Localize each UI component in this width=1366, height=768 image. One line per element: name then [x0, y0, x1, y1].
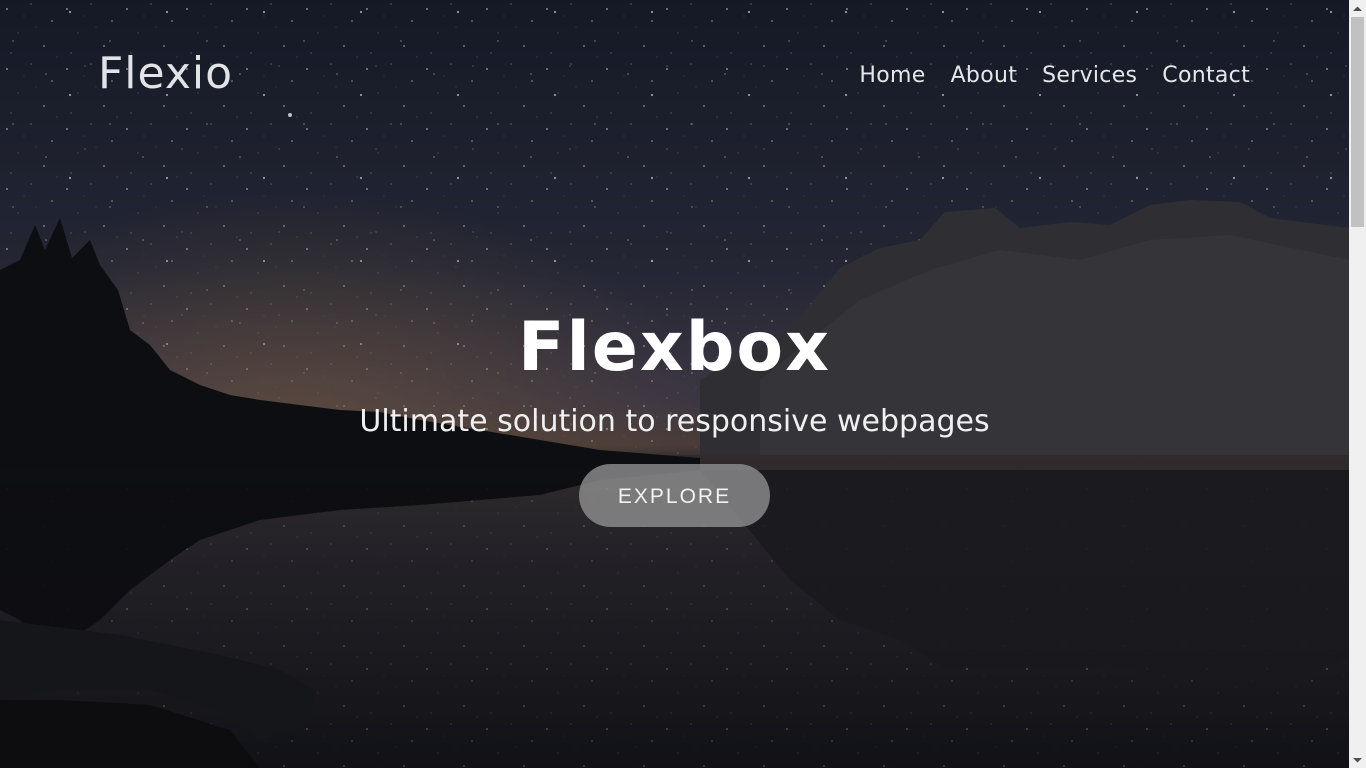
brand-logo[interactable]: Flexio — [98, 48, 233, 100]
scroll-up-arrow-icon[interactable] — [1349, 0, 1366, 17]
hero-section: Flexbox Ultimate solution to responsive … — [0, 300, 1349, 527]
page-viewport: Flexio Home About Services Contact Flexb… — [0, 0, 1349, 768]
nav-link-contact[interactable]: Contact — [1162, 61, 1250, 91]
nav-link-about[interactable]: About — [951, 61, 1018, 91]
explore-button[interactable]: EXPLORE — [579, 464, 770, 527]
scrollbar-thumb[interactable] — [1351, 17, 1364, 227]
hero-subtitle: Ultimate solution to responsive webpages — [359, 404, 990, 439]
nav-links: Home About Services Contact — [859, 61, 1250, 91]
top-navbar: Flexio Home About Services Contact — [0, 0, 1349, 150]
vertical-scrollbar[interactable] — [1349, 0, 1366, 768]
scroll-down-arrow-icon[interactable] — [1349, 751, 1366, 768]
nav-link-services[interactable]: Services — [1042, 61, 1137, 91]
nav-link-home[interactable]: Home — [859, 61, 925, 91]
hero-title: Flexbox — [518, 308, 831, 387]
